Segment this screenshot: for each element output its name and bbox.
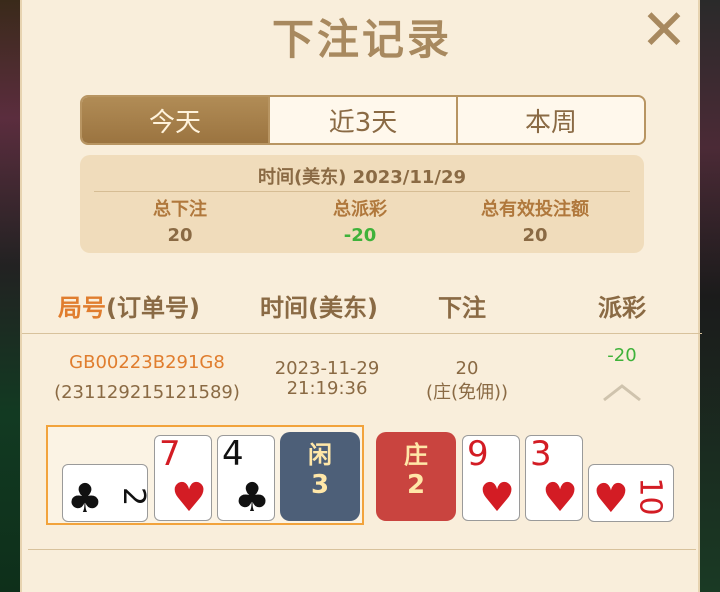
player-points: 3: [310, 470, 330, 500]
tab-today[interactable]: 今天: [82, 97, 270, 143]
total-payout: 总派彩 -20: [290, 195, 430, 246]
tab-this-week[interactable]: 本周: [458, 97, 644, 143]
heart-icon: ♥: [479, 475, 515, 521]
card-rank: 4: [222, 435, 244, 474]
date-range-tabs: 今天 近3天 本周: [80, 95, 646, 145]
dialog-title: 下注记录: [271, 15, 452, 64]
heart-icon: ♥: [542, 475, 578, 521]
club-icon: ♣: [67, 476, 103, 522]
player-card-3: 4 ♣: [217, 435, 275, 521]
heart-icon: ♥: [593, 476, 629, 522]
bet-amount: 20: [455, 358, 479, 379]
bet-type: (庄(免佣)): [425, 382, 509, 403]
summary-box: 时间(美东) 2023/11/29 总下注 20 总派彩 -20 总有效投注额 …: [80, 155, 644, 253]
chevron-up-icon[interactable]: [602, 380, 642, 404]
card-rank: 9: [467, 435, 489, 474]
header-divider: [22, 333, 702, 334]
payout-value: -20: [607, 345, 637, 366]
summary-date: 时间(美东) 2023/11/29: [257, 167, 467, 188]
record-time: 21:19:36: [286, 378, 368, 399]
banker-points: 2: [406, 470, 426, 500]
total-bet-value: 20: [167, 225, 193, 246]
column-bet: 下注: [438, 294, 486, 322]
total-bet: 总下注 20: [110, 195, 250, 246]
heart-icon: ♥: [171, 475, 207, 521]
card-rank: 2: [115, 486, 148, 507]
total-bet-label: 总下注: [153, 199, 207, 220]
banker-card-1: 9 ♥: [462, 435, 520, 521]
banker-score-tag: 庄 2: [376, 432, 456, 521]
summary-divider: [94, 191, 630, 192]
player-card-2: 7 ♥: [154, 435, 212, 521]
background-left: [0, 0, 22, 592]
card-rank: 10: [632, 477, 668, 516]
background-right: [698, 0, 720, 592]
tab-last-3-days[interactable]: 近3天: [270, 97, 458, 143]
club-icon: ♣: [234, 475, 270, 521]
bet-record-dialog: 下注记录 ✕ 今天 近3天 本周 时间(美东) 2023/11/29 总下注 2…: [20, 0, 702, 592]
valid-bet: 总有效投注额 20: [450, 195, 620, 246]
card-rank: 3: [530, 435, 552, 474]
column-payout: 派彩: [598, 294, 646, 322]
player-label: 闲: [308, 441, 332, 469]
column-round: 局号(订单号): [58, 288, 200, 323]
valid-bet-label: 总有效投注额: [481, 199, 589, 220]
column-time: 时间(美东): [260, 294, 378, 322]
record-date: 2023-11-29: [274, 358, 380, 379]
card-rank: 7: [159, 435, 181, 474]
banker-card-3: 10 ♥: [588, 464, 674, 522]
valid-bet-value: 20: [522, 225, 548, 246]
column-round-prefix: 局号: [58, 294, 106, 322]
total-payout-value: -20: [343, 225, 377, 246]
close-icon[interactable]: ✕: [638, 3, 690, 59]
order-number: (231129215121589): [54, 382, 240, 403]
banker-label: 庄: [404, 441, 428, 469]
banker-card-2: 3 ♥: [525, 435, 583, 521]
player-card-1: 2 ♣: [62, 464, 148, 522]
total-payout-label: 总派彩: [333, 199, 387, 220]
row-divider: [28, 549, 696, 550]
player-score-tag: 闲 3: [280, 432, 360, 521]
column-round-suffix: (订单号): [106, 294, 200, 322]
game-id: GB00223B291G8: [69, 352, 225, 373]
